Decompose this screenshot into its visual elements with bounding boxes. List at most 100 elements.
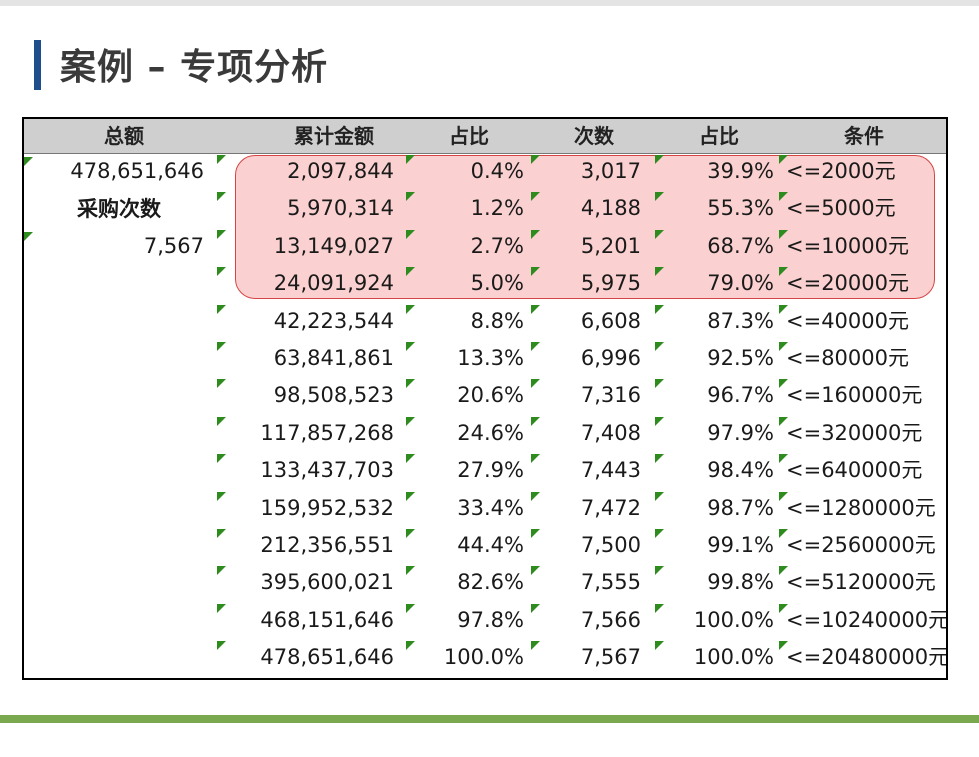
header-count: 次数 [574, 124, 614, 148]
amount-ratio-cell: 100.0% [443, 645, 524, 670]
title-accent-bar [34, 40, 41, 90]
condition-cell: <=320000元 [786, 420, 923, 445]
cumulative-amount-cell: 63,841,861 [273, 346, 394, 370]
condition-cell: <=10000元 [786, 233, 909, 258]
amount-ratio-cell: 24.6% [457, 420, 524, 445]
cumulative-amount-cell: 24,091,924 [273, 271, 394, 296]
purchase-count-label: 采购次数 [77, 197, 161, 221]
condition-cell: <=5120000元 [786, 570, 936, 595]
cumulative-amount-cell: 468,151,646 [260, 607, 394, 632]
count-cell: 5,201 [580, 233, 641, 258]
table-header: 总额 累计金额 占比 次数 占比 条件 [24, 119, 946, 154]
count-ratio-cell: 39.9% [707, 159, 774, 183]
cumulative-amount-cell: 133,437,703 [260, 458, 394, 483]
amount-ratio-cell: 27.9% [457, 458, 524, 483]
cell-flag [217, 192, 226, 202]
header-amount-ratio: 占比 [449, 124, 489, 148]
count-ratio-cell: 87.3% [707, 308, 774, 333]
amount-ratio-cell: 13.3% [457, 346, 524, 370]
cell-flag [217, 379, 226, 389]
count-ratio-cell: 99.1% [707, 533, 774, 557]
condition-cell: <=40000元 [786, 308, 909, 333]
cell-flag [217, 641, 226, 651]
condition-cell: <=160000元 [786, 383, 923, 408]
count-ratio-cell: 98.7% [707, 495, 774, 520]
amount-ratio-cell: 0.4% [470, 159, 524, 183]
total-amount-value: 478,651,646 [70, 159, 204, 183]
cumulative-amount-cell: 13,149,027 [273, 233, 394, 258]
cumulative-amount-cell: 395,600,021 [260, 570, 394, 595]
amount-ratio-cell: 97.8% [457, 607, 524, 632]
condition-cell: <=640000元 [786, 458, 923, 483]
cell-flag [217, 229, 226, 239]
condition-cell: <=10240000元 [786, 607, 948, 632]
amount-ratio-cell: 20.6% [457, 383, 524, 408]
count-cell: 4,188 [580, 196, 641, 221]
cumulative-amount-cell: 117,857,268 [260, 420, 394, 445]
count-cell: 6,996 [580, 346, 641, 370]
condition-cell: <=80000元 [786, 346, 909, 370]
amount-ratio-cell: 8.8% [470, 308, 524, 333]
cell-flag [217, 416, 226, 426]
cell-flag [217, 529, 226, 538]
cumulative-amount-cell: 42,223,544 [273, 308, 394, 333]
count-cell: 7,408 [580, 420, 641, 445]
header-total: 总额 [104, 124, 144, 148]
cell-flag [217, 155, 226, 164]
count-cell: 7,316 [580, 383, 641, 408]
amount-ratio-cell: 44.4% [457, 533, 524, 557]
count-ratio-cell: 79.0% [707, 271, 774, 296]
count-cell: 7,472 [580, 495, 641, 520]
amount-ratio-cell: 82.6% [457, 570, 524, 595]
count-ratio-cell: 55.3% [707, 196, 774, 221]
amount-ratio-cell: 2.7% [470, 233, 524, 258]
cumulative-amount-cell: 5,970,314 [287, 196, 394, 221]
count-cell: 7,567 [580, 645, 641, 670]
cell-flag [217, 566, 226, 576]
condition-cell: <=20480000元 [786, 645, 948, 670]
condition-cell: <=1280000元 [786, 495, 936, 520]
page-title: 案例 – 专项分析 [60, 47, 329, 88]
cumulative-amount-cell: 2,097,844 [287, 159, 394, 183]
top-divider [0, 0, 979, 6]
count-ratio-cell: 97.9% [707, 420, 774, 445]
cumulative-amount-cell: 98,508,523 [273, 383, 394, 408]
count-ratio-cell: 68.7% [707, 233, 774, 258]
count-cell: 7,443 [580, 458, 641, 483]
count-cell: 5,975 [580, 271, 641, 296]
condition-cell: <=2000元 [786, 159, 896, 183]
condition-cell: <=2560000元 [786, 533, 936, 557]
bottom-accent-band [0, 715, 979, 723]
data-table: 总额 累计金额 占比 次数 占比 条件 478,651,646 采购次数 7,5… [22, 117, 948, 680]
count-ratio-cell: 100.0% [693, 645, 774, 670]
cell-flag [217, 491, 226, 501]
cell-flag [217, 454, 226, 464]
cumulative-amount-cell: 212,356,551 [260, 533, 394, 557]
amount-ratio-cell: 33.4% [457, 495, 524, 520]
count-ratio-cell: 92.5% [707, 346, 774, 370]
amount-ratio-cell: 1.2% [470, 196, 524, 221]
cumulative-amount-cell: 478,651,646 [260, 645, 394, 670]
cell-flag [24, 232, 33, 241]
header-count-ratio: 占比 [699, 124, 739, 148]
count-cell: 6,608 [580, 308, 641, 333]
count-cell: 7,500 [580, 533, 641, 557]
cumulative-amount-cell: 159,952,532 [260, 495, 394, 520]
count-ratio-cell: 100.0% [693, 607, 774, 632]
header-condition: 条件 [844, 124, 884, 148]
condition-cell: <=5000元 [786, 196, 896, 221]
cell-flag [217, 304, 226, 314]
purchase-count-value: 7,567 [143, 234, 204, 258]
cell-flag [24, 157, 33, 166]
cell-flag [217, 603, 226, 613]
count-cell: 7,555 [580, 570, 641, 595]
count-ratio-cell: 98.4% [707, 458, 774, 483]
count-ratio-cell: 96.7% [707, 383, 774, 408]
count-cell: 3,017 [580, 159, 641, 183]
condition-cell: <=20000元 [786, 271, 909, 296]
count-cell: 7,566 [580, 607, 641, 632]
cell-flag [217, 342, 226, 351]
count-ratio-cell: 99.8% [707, 570, 774, 595]
cell-flag [217, 267, 226, 277]
amount-ratio-cell: 5.0% [470, 271, 524, 296]
